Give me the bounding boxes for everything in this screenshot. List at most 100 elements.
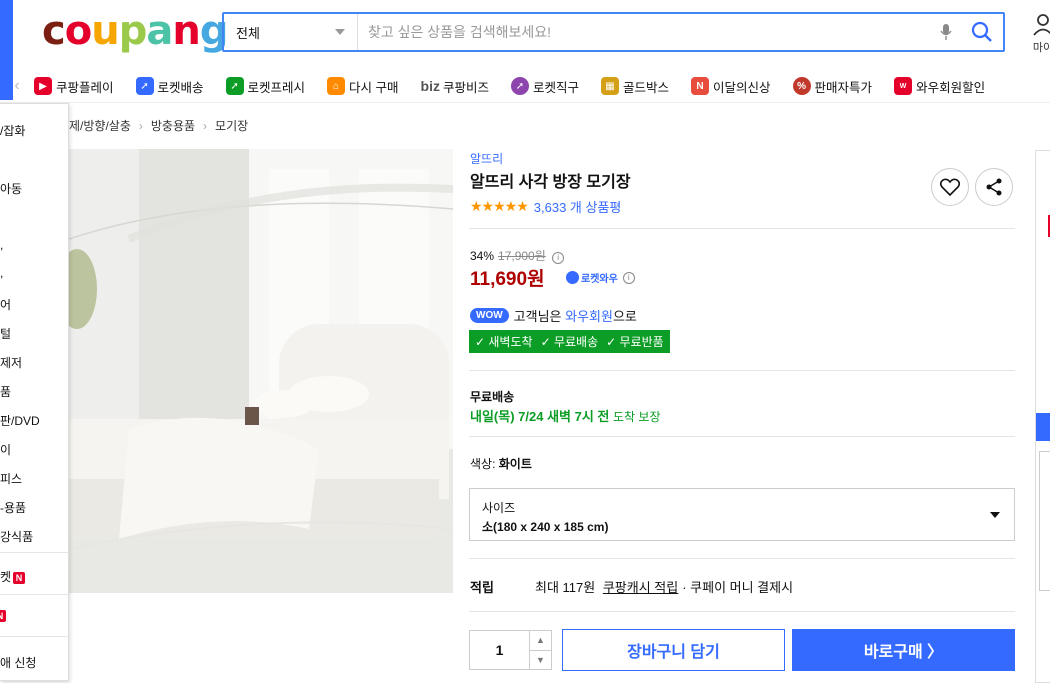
heart-icon[interactable] <box>931 168 969 206</box>
menu-item[interactable]: /잡화 <box>0 122 25 139</box>
divider <box>469 436 1015 437</box>
mypage-label: 마이 <box>1032 42 1050 54</box>
panel-button[interactable] <box>1036 413 1050 441</box>
points-line: 적립 최대 117원 쿠팡캐시 적립 · 쿠페이 머니 결제시 <box>470 577 793 596</box>
menu-item[interactable]: 이 <box>0 441 11 458</box>
color-option: 색상: 화이트 <box>470 457 532 471</box>
nav-item-sellerdeal[interactable]: % 판매자특가 <box>792 77 872 96</box>
search-input[interactable] <box>358 14 931 50</box>
info-icon[interactable]: i <box>622 271 635 284</box>
chevron-up-icon[interactable]: ▲ <box>530 631 551 651</box>
panel-box <box>1039 451 1050 591</box>
buy-now-button[interactable]: 바로구매 〉 <box>792 629 1015 671</box>
size-label: 사이즈 <box>482 501 516 515</box>
user-icon <box>1033 14 1050 36</box>
menu-item[interactable]: 피스 <box>0 470 22 487</box>
house-icon: ⌂ <box>327 77 346 95</box>
category-nav: ‹ ▶ 쿠팡플레이 ➚ 로켓배송 ➚ 로켓프레시 ⌂ 다시 구매 biz 쿠팡비즈 ➚ 로켓… <box>0 72 1050 100</box>
nav-item-wow[interactable]: W 와우회원할인 <box>894 77 985 96</box>
coupang-logo[interactable]: coupang <box>42 8 228 54</box>
quantity-value[interactable]: 1 <box>470 631 529 669</box>
product-rating[interactable]: ★★★★★ 3,633 개 상품평 <box>470 197 621 216</box>
chevron-down-icon[interactable]: ▼ <box>530 651 551 670</box>
product-photo <box>69 149 453 593</box>
nav-item-rocket[interactable]: ➚ 로켓배송 <box>135 77 204 96</box>
quantity-stepper[interactable]: 1 ▲ ▼ <box>469 630 552 670</box>
rocketdirect-icon: ➚ <box>511 77 529 95</box>
nav-item-rocketfresh[interactable]: ➚ 로켓프레시 <box>225 77 305 96</box>
menu-divider <box>0 594 68 595</box>
benefit-free-return: ✓ 무료반품 <box>606 335 664 349</box>
divider <box>469 611 1015 612</box>
wow-member-line: WOW 고객님은 와우회원 으로 <box>470 306 637 325</box>
product-brand[interactable]: 알뜨리 <box>470 150 503 167</box>
menu-item[interactable]: 품 <box>0 383 11 400</box>
breadcrumb-item[interactable]: 모기장 <box>215 117 248 134</box>
nav-item-goldbox[interactable]: ▦ 골드박스 <box>601 77 669 96</box>
mic-icon[interactable] <box>931 14 961 50</box>
menu-item[interactable]: -용품 <box>0 499 26 516</box>
divider <box>469 558 1015 559</box>
rocket-icon <box>566 271 579 284</box>
search-category-label: 전체 <box>236 25 260 41</box>
search-icon[interactable] <box>961 14 1003 50</box>
menu-item[interactable]: N <box>0 608 6 622</box>
size-value: 소(180 x 240 x 185 cm) <box>482 520 609 534</box>
arrival-info: 내일(목) 7/24 새벽 7시 전 도착 보장 <box>470 409 661 424</box>
chevron-down-icon <box>335 29 345 35</box>
breadcrumb-item[interactable]: 제/방향/살충 <box>69 117 131 134</box>
discount-line: 34% 17,900원 i <box>470 247 565 264</box>
menu-item[interactable]: 강식품 <box>0 528 33 545</box>
add-to-cart-button[interactable]: 장바구니 담기 <box>562 629 785 671</box>
mypage-link[interactable]: 마이 <box>1028 12 1050 55</box>
size-select[interactable]: 사이즈 소(180 x 240 x 185 cm) <box>469 488 1015 541</box>
menu-divider <box>0 636 68 637</box>
sale-price: 11,690원 <box>470 269 545 290</box>
nav-item-biz[interactable]: biz 쿠팡비즈 <box>421 77 489 96</box>
wow-member-link[interactable]: 와우회원 <box>565 306 613 325</box>
menu-item[interactable]: , <box>0 238 3 252</box>
search-category-select[interactable]: 전체 <box>224 14 358 50</box>
product-image[interactable] <box>69 149 453 593</box>
chevron-right-icon: › <box>138 118 143 133</box>
original-price: 17,900원 <box>498 249 546 263</box>
header-divider <box>0 102 1050 103</box>
breadcrumb-item[interactable]: 방충용품 <box>151 117 195 134</box>
wow-icon: W <box>894 77 913 95</box>
discount-rate: 34% <box>470 249 495 263</box>
info-icon[interactable]: i <box>552 252 565 264</box>
percent-icon: % <box>792 77 811 95</box>
rocket-wow-badge: 로켓와우 i <box>566 270 635 285</box>
benefit-dawn-delivery: ✓ 새벽도착 <box>475 335 533 349</box>
caret-down-icon <box>990 512 1000 518</box>
wow-benefits-box: ✓ 새벽도착 ✓ 무료배송 ✓ 무료반품 <box>469 330 670 353</box>
divider <box>469 370 1015 371</box>
rocketfresh-icon: ➚ <box>225 77 244 95</box>
rocket-icon: ➚ <box>135 77 154 95</box>
menu-item[interactable]: 켓N <box>0 568 26 585</box>
divider <box>469 228 1015 229</box>
menu-divider <box>0 552 68 553</box>
menu-item[interactable]: 어 <box>0 296 11 313</box>
coupang-cash-link[interactable]: 쿠팡캐시 적립 <box>603 577 678 596</box>
menu-item[interactable]: 판/DVD <box>0 412 40 429</box>
benefit-free-shipping: ✓ 무료배송 <box>540 335 599 349</box>
nav-item-coupangplay[interactable]: ▶ 쿠팡플레이 <box>34 77 114 96</box>
goldbox-icon: ▦ <box>601 77 620 95</box>
share-icon[interactable] <box>975 168 1013 206</box>
points-label: 적립 <box>470 580 494 595</box>
new-badge-icon: N <box>0 610 6 622</box>
review-count[interactable]: 3,633 개 상품평 <box>534 197 622 216</box>
menu-item[interactable]: 애 신청 <box>0 654 36 671</box>
menu-item[interactable]: 제저 <box>0 354 22 371</box>
shopping-bag-icon: N <box>691 77 710 95</box>
menu-item[interactable]: 털 <box>0 325 11 342</box>
menu-item[interactable]: 아동 <box>0 180 22 197</box>
nav-item-new[interactable]: N 이달의신상 <box>691 77 771 96</box>
nav-item-rebuy[interactable]: ⌂ 다시 구매 <box>327 77 399 96</box>
nav-item-direct[interactable]: ➚ 로켓직구 <box>511 77 579 96</box>
nav-prev-icon[interactable]: ‹ <box>0 77 34 95</box>
category-side-menu: /잡화 아동 , , 어 털 제저 품 판/DVD 이 피스 -용품 강식품 켓… <box>0 103 69 681</box>
chevron-right-icon: › <box>203 118 208 133</box>
menu-item[interactable]: , <box>0 266 3 280</box>
